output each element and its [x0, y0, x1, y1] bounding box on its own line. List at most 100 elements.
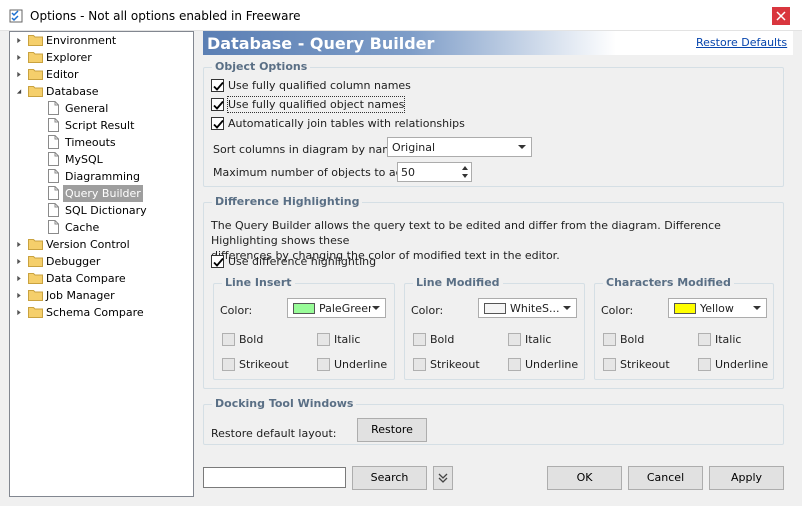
- bold-checkbox-box[interactable]: [413, 333, 426, 346]
- tree-page-item[interactable]: Cache: [10, 219, 193, 236]
- collapsed-arrow-icon[interactable]: [16, 309, 22, 316]
- search-button[interactable]: Search: [352, 466, 427, 490]
- tree-folder-item[interactable]: Version Control: [10, 236, 193, 253]
- page-title: Database - Query Builder: [207, 34, 435, 53]
- chevron-down-icon: [753, 306, 761, 310]
- tree-item-label: Environment: [46, 34, 117, 47]
- bold-label: Bold: [430, 333, 455, 346]
- tree-page-item[interactable]: General: [10, 100, 193, 117]
- use-difference-checkbox-box[interactable]: [211, 255, 224, 268]
- folder-icon: [28, 35, 43, 46]
- tree-item-label: Explorer: [46, 51, 92, 64]
- bold-checkbox-box[interactable]: [603, 333, 616, 346]
- ok-button[interactable]: OK: [547, 466, 622, 490]
- folder-icon: [28, 239, 43, 250]
- restore-defaults-link[interactable]: Restore Defaults: [696, 36, 790, 49]
- tree-item-label: Version Control: [46, 238, 130, 251]
- underline-checkbox-box[interactable]: [698, 358, 711, 371]
- spin-up-icon[interactable]: [462, 166, 468, 170]
- close-button[interactable]: [772, 7, 790, 25]
- tree-page-item[interactable]: Timeouts: [10, 134, 193, 151]
- collapsed-arrow-icon[interactable]: [16, 71, 22, 78]
- restore-layout-button[interactable]: Restore: [357, 418, 427, 442]
- options-tree[interactable]: Environment Explorer Editor Database General…: [9, 31, 194, 497]
- color-label: Color:: [601, 304, 634, 317]
- strikeout-checkbox-box[interactable]: [603, 358, 616, 371]
- spin-down-icon[interactable]: [462, 174, 468, 178]
- color-select[interactable]: PaleGreen: [287, 298, 386, 318]
- title-bar: Options - Not all options enabled in Fre…: [0, 0, 802, 31]
- restore-layout-label: Restore default layout:: [211, 427, 337, 440]
- color-name: Yellow: [700, 302, 734, 315]
- underline-label: Underline: [525, 358, 579, 371]
- tree-folder-item[interactable]: Data Compare: [10, 270, 193, 287]
- check-icon: [213, 257, 224, 267]
- color-panel-legend: Line Insert: [222, 276, 295, 289]
- collapsed-arrow-icon[interactable]: [16, 37, 22, 44]
- underline-checkbox-box[interactable]: [508, 358, 521, 371]
- collapsed-arrow-icon[interactable]: [16, 258, 22, 265]
- page-icon: [48, 118, 59, 132]
- page-icon: [48, 152, 59, 166]
- double-chevron-down-icon: [438, 473, 448, 483]
- tree-page-item[interactable]: SQL Dictionary: [10, 202, 193, 219]
- page-icon: [48, 169, 59, 183]
- tree-folder-item[interactable]: Database: [10, 83, 193, 100]
- strikeout-checkbox-box[interactable]: [413, 358, 426, 371]
- page-icon: [48, 203, 59, 217]
- tree-item-label: Timeouts: [65, 136, 116, 149]
- tree-folder-item[interactable]: Job Manager: [10, 287, 193, 304]
- underline-label: Underline: [334, 358, 388, 371]
- strikeout-checkbox-box[interactable]: [222, 358, 235, 371]
- search-options-button[interactable]: [433, 466, 453, 490]
- tree-folder-item[interactable]: Debugger: [10, 253, 193, 270]
- underline-label: Underline: [715, 358, 769, 371]
- tree-folder-item[interactable]: Environment: [10, 32, 193, 49]
- underline-checkbox-box[interactable]: [317, 358, 330, 371]
- tree-page-item[interactable]: Query Builder: [10, 185, 193, 202]
- qualified-columns-label: Use fully qualified column names: [228, 79, 411, 92]
- folder-icon: [28, 69, 43, 80]
- tree-folder-item[interactable]: Schema Compare: [10, 304, 193, 321]
- tree-page-item[interactable]: MySQL: [10, 151, 193, 168]
- folder-icon: [28, 52, 43, 63]
- tree-page-item[interactable]: Diagramming: [10, 168, 193, 185]
- collapsed-arrow-icon[interactable]: [16, 292, 22, 299]
- check-icon: [213, 81, 224, 91]
- tree-item-label: MySQL: [65, 153, 103, 166]
- auto-join-checkbox-box[interactable]: [211, 117, 224, 130]
- max-objects-spinner[interactable]: 50: [397, 162, 472, 182]
- tree-item-label: Query Builder: [63, 185, 143, 202]
- tree-item-label: Job Manager: [46, 289, 115, 302]
- tree-page-item[interactable]: Script Result: [10, 117, 193, 134]
- search-input[interactable]: [203, 467, 346, 488]
- page-icon: [48, 101, 59, 115]
- tree-folder-item[interactable]: Explorer: [10, 49, 193, 66]
- difference-highlighting-legend: Difference Highlighting: [212, 195, 363, 208]
- italic-checkbox-box[interactable]: [508, 333, 521, 346]
- collapsed-arrow-icon[interactable]: [16, 54, 22, 61]
- sort-columns-select[interactable]: Original: [387, 137, 532, 157]
- collapsed-arrow-icon[interactable]: [16, 275, 22, 282]
- options-app-icon: [9, 9, 23, 23]
- color-select[interactable]: Yellow: [668, 298, 767, 318]
- qualified-objects-checkbox-box[interactable]: [211, 98, 224, 111]
- expanded-arrow-icon[interactable]: [16, 88, 22, 95]
- strikeout-label: Strikeout: [239, 358, 289, 371]
- collapsed-arrow-icon[interactable]: [16, 241, 22, 248]
- cancel-button[interactable]: Cancel: [628, 466, 703, 490]
- qualified-columns-checkbox-box[interactable]: [211, 79, 224, 92]
- tree-folder-item[interactable]: Editor: [10, 66, 193, 83]
- chevron-down-icon: [372, 306, 380, 310]
- bold-checkbox-box[interactable]: [222, 333, 235, 346]
- apply-button[interactable]: Apply: [709, 466, 784, 490]
- tree-item-label: Database: [46, 85, 99, 98]
- color-panel-legend: Characters Modified: [603, 276, 734, 289]
- italic-checkbox-box[interactable]: [317, 333, 330, 346]
- page-icon: [48, 186, 59, 200]
- color-select[interactable]: WhiteS...: [478, 298, 577, 318]
- color-swatch: [293, 303, 315, 314]
- italic-checkbox-box[interactable]: [698, 333, 711, 346]
- tree-item-label: Cache: [65, 221, 100, 234]
- folder-icon: [28, 290, 43, 301]
